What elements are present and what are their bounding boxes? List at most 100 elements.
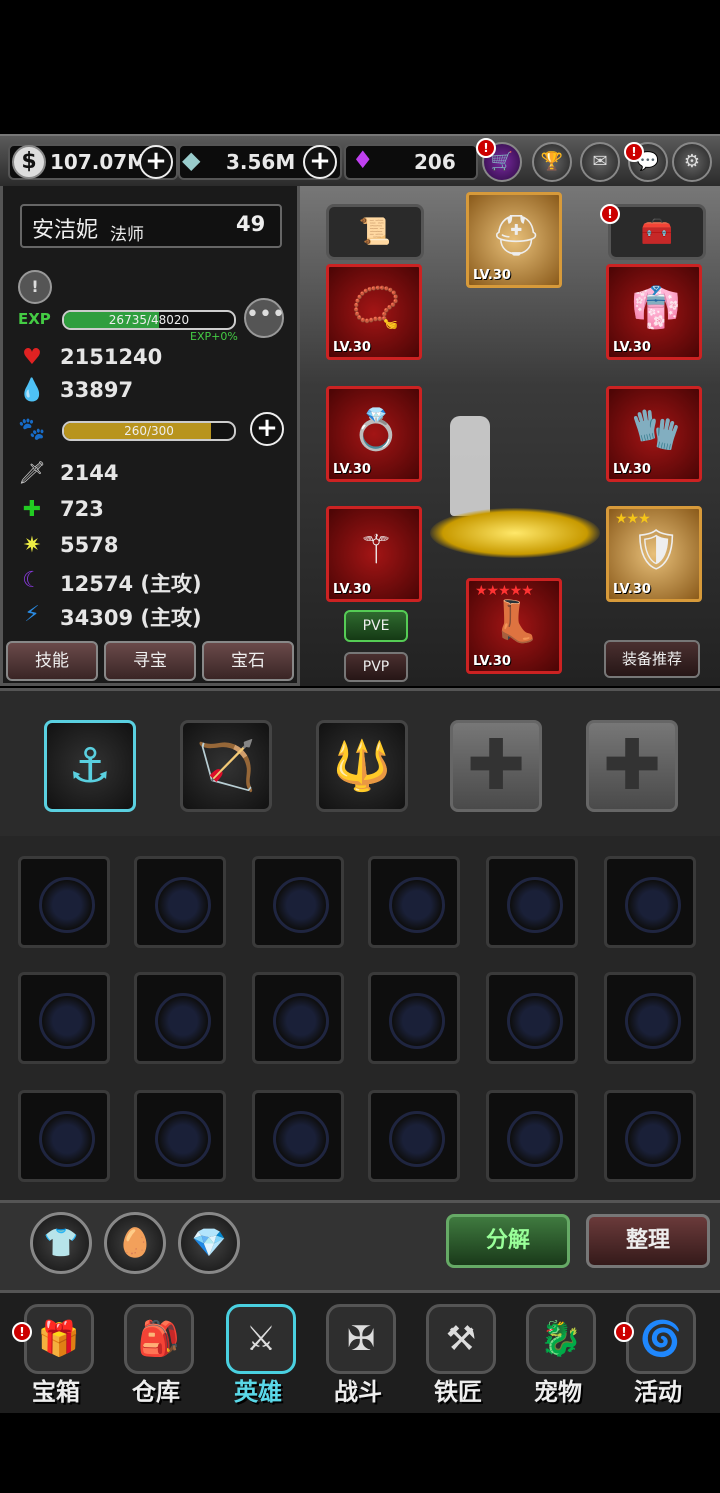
skill-slot-2[interactable]: 🏹 <box>180 720 272 812</box>
helmet-icon: ⛑ <box>490 213 542 259</box>
inventory-slot[interactable] <box>134 856 226 948</box>
dark-value: 12574 (主攻) <box>60 572 202 596</box>
light-value: 5578 <box>60 533 119 557</box>
nav-hero[interactable]: ⚔ 英雄 <box>210 1300 306 1408</box>
inventory-slot[interactable] <box>134 972 226 1064</box>
pet-paw-icon: 🐾 <box>18 417 46 442</box>
exp-bar: 26735/48020 <box>62 310 236 330</box>
info-icon[interactable]: ! <box>18 270 52 304</box>
skills-button[interactable]: 技能 <box>6 641 98 681</box>
inventory-slot[interactable] <box>604 856 696 948</box>
ruby-filter-icon[interactable]: 💎 <box>178 1212 240 1274</box>
inventory-slot[interactable] <box>368 972 460 1064</box>
add-pet-button[interactable]: + <box>250 412 284 446</box>
chat-alert-icon: ! <box>624 142 644 162</box>
nav-events[interactable]: 🌀 活动 <box>610 1300 706 1408</box>
inventory-slot[interactable] <box>604 1090 696 1182</box>
weapon-slot[interactable]: ⚚ LV.30 <box>326 506 422 602</box>
helmet-slot[interactable]: ⛑ LV.30 <box>466 192 562 288</box>
attack-value: 2144 <box>60 461 119 485</box>
gem-icon: ♦ <box>352 146 374 174</box>
skill-slot-3[interactable]: 🔱 <box>316 720 408 812</box>
pve-button[interactable]: PVE <box>344 610 408 642</box>
nav-label: 宝箱 <box>32 1378 80 1406</box>
add-crystals-button[interactable]: + <box>303 145 337 179</box>
nav-pets[interactable]: 🐉 宠物 <box>510 1300 606 1408</box>
hero-level: 49 <box>236 212 266 236</box>
light-icon: ✷ <box>22 533 42 558</box>
scroll-icon[interactable]: 📜 <box>326 204 424 260</box>
armor-level: LV.30 <box>613 340 651 355</box>
armor-filter-icon[interactable]: 👕 <box>30 1212 92 1274</box>
backpack-nav-icon: 🎒 <box>124 1304 194 1374</box>
inventory-slot[interactable] <box>368 1090 460 1182</box>
shield-level: LV.30 <box>613 582 651 597</box>
nav-battle[interactable]: ✠ 战斗 <box>310 1300 406 1408</box>
sword-nav-icon: ⚔ <box>226 1304 296 1374</box>
hero-class: 法师 <box>110 225 144 245</box>
hero-character <box>450 416 490 516</box>
inventory-slot[interactable] <box>486 1090 578 1182</box>
decompose-button[interactable]: 分解 <box>446 1214 570 1268</box>
gem-display: ♦ 206 <box>344 144 478 180</box>
gloves-slot[interactable]: 🧤 LV.30 <box>606 386 702 482</box>
chest-nav-alert-icon: ! <box>12 1322 32 1342</box>
pvp-button[interactable]: PVP <box>344 652 408 682</box>
inventory-slot[interactable] <box>252 856 344 948</box>
inventory-slot[interactable] <box>486 856 578 948</box>
exp-bonus: EXP+0% <box>190 330 238 343</box>
inventory-slot[interactable] <box>18 856 110 948</box>
attack-icon: 🗡 <box>18 461 46 486</box>
inventory-slot[interactable] <box>134 1090 226 1182</box>
inventory-slot[interactable] <box>252 1090 344 1182</box>
add-skill-slot-5[interactable]: ✚ <box>586 720 678 812</box>
add-skill-slot-4[interactable]: ✚ <box>450 720 542 812</box>
boots-level: LV.30 <box>473 654 511 669</box>
armor-slot[interactable]: 👘 LV.30 <box>606 264 702 360</box>
summon-circle <box>430 508 600 558</box>
gloves-level: LV.30 <box>613 462 651 477</box>
necklace-slot[interactable]: 📿 LV.30 <box>326 264 422 360</box>
recommend-equipment-button[interactable]: 装备推荐 <box>604 640 700 678</box>
exp-label: EXP <box>18 310 51 328</box>
nav-label: 活动 <box>634 1378 682 1406</box>
inventory-slot[interactable] <box>18 972 110 1064</box>
hp-icon: ♥ <box>22 345 42 370</box>
exp-text: 26735/48020 <box>108 313 190 327</box>
coin-value: 107.07M <box>50 150 148 174</box>
resource-bar: $ 107.07M + ◆ 3.56M + ♦ 206 🛒 ! 🏆 ✉ 💬 ! … <box>0 134 720 188</box>
pet-nav-icon: 🐉 <box>526 1304 596 1374</box>
lightning-icon: ⚡ <box>24 602 40 627</box>
skill-slot-1[interactable]: ⚓ <box>44 720 136 812</box>
ring-icon: 💍 <box>351 407 401 453</box>
inventory-slot[interactable] <box>18 1090 110 1182</box>
chest-icon[interactable]: 🧰 <box>608 204 706 260</box>
inventory-slot[interactable] <box>368 856 460 948</box>
nav-label: 仓库 <box>132 1378 180 1406</box>
armor-icon: 👘 <box>631 285 681 331</box>
gems-button[interactable]: 宝石 <box>202 641 294 681</box>
shop-alert-icon: ! <box>476 138 496 158</box>
boots-slot[interactable]: ★★★★★ 👢 LV.30 <box>466 578 562 674</box>
settings-icon[interactable]: ⚙ <box>672 142 712 182</box>
gloves-icon: 🧤 <box>631 407 681 453</box>
inventory-slot[interactable] <box>252 972 344 1064</box>
nav-blacksmith[interactable]: ⚒ 铁匠 <box>410 1300 506 1408</box>
plus-icon: ✚ <box>602 724 662 806</box>
sort-button[interactable]: 整理 <box>586 1214 710 1268</box>
inventory-slot[interactable] <box>486 972 578 1064</box>
more-options-button[interactable]: ••• <box>244 298 285 338</box>
fire-egg-filter-icon[interactable]: 🥚 <box>104 1212 166 1274</box>
boots-icon: 👢 <box>491 599 541 645</box>
inventory-slot[interactable] <box>604 972 696 1064</box>
add-coins-button[interactable]: + <box>139 145 173 179</box>
nav-warehouse[interactable]: 🎒 仓库 <box>108 1300 204 1408</box>
defense-icon: ✚ <box>22 497 42 522</box>
shield-slot[interactable]: ★★★ 🛡 LV.30 <box>606 506 702 602</box>
nav-chest[interactable]: 🎁 宝箱 <box>8 1300 104 1408</box>
chest-nav-icon: 🎁 <box>24 1304 94 1374</box>
trophy-icon[interactable]: 🏆 <box>532 142 572 182</box>
mail-icon[interactable]: ✉ <box>580 142 620 182</box>
ring-slot[interactable]: 💍 LV.30 <box>326 386 422 482</box>
treasure-hunt-button[interactable]: 寻宝 <box>104 641 196 681</box>
